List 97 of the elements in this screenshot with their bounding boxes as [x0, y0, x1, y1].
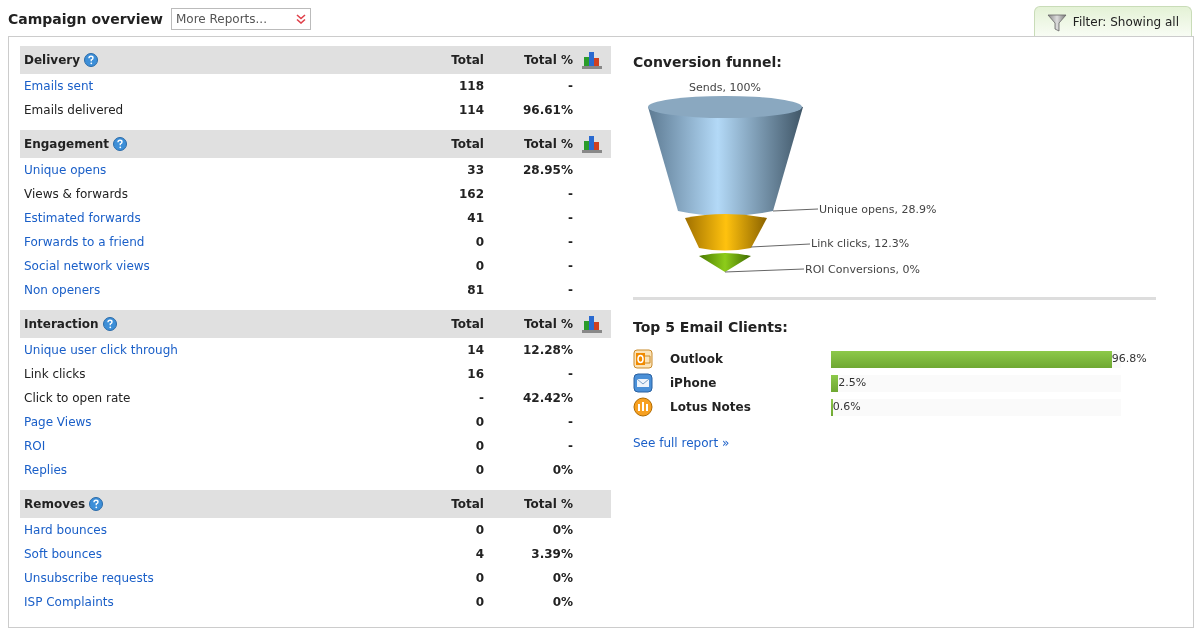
- bar-chart-icon[interactable]: [581, 135, 603, 153]
- total-cell-text: 14: [466, 342, 484, 359]
- metric-label: Link clicks: [24, 367, 86, 381]
- percent-cell-text: 0%: [551, 594, 573, 611]
- column-header: Total %: [523, 316, 573, 333]
- help-icon[interactable]: [89, 497, 104, 511]
- total-cell-text: 0: [474, 414, 484, 431]
- metric-link[interactable]: ISP Complaints: [24, 595, 114, 609]
- funnel-icon: [1046, 11, 1067, 32]
- column-header: Total: [450, 52, 484, 69]
- total-cell-text: 81: [466, 282, 484, 299]
- metric-link[interactable]: Emails sent: [24, 79, 94, 93]
- percent-cell-text: 42.42%: [522, 390, 573, 407]
- metric-link[interactable]: Non openers: [24, 283, 101, 297]
- usage-reading: 0.6%: [832, 398, 861, 415]
- section-title: Interaction: [24, 316, 99, 333]
- total-cell-text: 0: [474, 234, 484, 251]
- total-cell-text: 41: [466, 210, 484, 227]
- metric-label: Views & forwards: [24, 187, 128, 201]
- metric-label: Emails delivered: [24, 103, 124, 117]
- total-cell-text: 0: [474, 522, 484, 539]
- section-title: Delivery: [24, 52, 81, 69]
- section-title: Removes: [24, 496, 86, 513]
- leader-line: [750, 243, 811, 248]
- usage-reading: 96.8%: [1111, 350, 1147, 367]
- help-icon[interactable]: [102, 317, 117, 331]
- percent-cell-text: -: [567, 414, 573, 431]
- funnel-label: ROI Conversions, 0%: [805, 263, 920, 276]
- flower-icon: [633, 397, 653, 417]
- total-cell-text: 0: [474, 258, 484, 275]
- client-name: Outlook: [670, 351, 725, 368]
- metric-link[interactable]: Unique opens: [24, 163, 107, 177]
- metric-link[interactable]: Soft bounces: [24, 547, 102, 561]
- metric-link[interactable]: Unique user click through: [24, 343, 178, 357]
- percent-cell-text: -: [567, 258, 573, 275]
- metric-link[interactable]: Page Views: [24, 415, 92, 429]
- percent-cell-text: -: [567, 210, 573, 227]
- section-title: Engagement: [24, 136, 110, 153]
- total-cell-text: -: [478, 390, 484, 407]
- funnel-label: Sends, 100%: [689, 81, 761, 94]
- double-chevron-icon: [295, 14, 306, 24]
- total-cell-text: 4: [474, 546, 484, 563]
- bar-chart-icon[interactable]: [581, 51, 603, 69]
- mail-envelope-icon: [633, 373, 653, 393]
- total-cell-text: 114: [457, 102, 484, 119]
- percent-cell-text: -: [567, 234, 573, 251]
- funnel-label: Link clicks, 12.3%: [811, 237, 910, 250]
- see-full-report-link[interactable]: See full report »: [633, 434, 730, 452]
- outlook-icon: [633, 349, 653, 369]
- funnel-segment: [699, 253, 751, 272]
- percent-cell-text: 0%: [551, 522, 573, 539]
- column-header: Total %: [523, 136, 573, 153]
- metric-link[interactable]: Forwards to a friend: [24, 235, 145, 249]
- page-title: Campaign overview: [8, 9, 163, 29]
- total-cell-text: 0: [474, 462, 484, 479]
- help-icon[interactable]: [84, 53, 99, 67]
- column-header: Total: [450, 136, 484, 153]
- percent-cell-text: -: [567, 438, 573, 455]
- client-name: Lotus Notes: [670, 399, 752, 416]
- percent-cell-text: 0%: [551, 462, 573, 479]
- leader-line: [772, 208, 819, 212]
- usage-reading: 2.5%: [838, 374, 867, 391]
- metric-link[interactable]: Estimated forwards: [24, 211, 141, 225]
- percent-cell-text: -: [567, 186, 573, 203]
- section-heading: Top 5 Email Clients:: [633, 318, 789, 337]
- total-cell-text: 0: [474, 570, 484, 587]
- percent-cell-text: 3.39%: [530, 546, 573, 563]
- column-header: Total %: [523, 496, 573, 513]
- total-cell-text: 162: [457, 186, 484, 203]
- column-header: Total: [450, 316, 484, 333]
- total-cell-text: 0: [474, 438, 484, 455]
- percent-cell-text: -: [567, 366, 573, 383]
- section-heading: Conversion funnel:: [633, 53, 783, 72]
- metric-link[interactable]: Hard bounces: [24, 523, 107, 537]
- percent-cell-text: 28.95%: [522, 162, 573, 179]
- metric-label: Click to open rate: [24, 391, 131, 405]
- total-cell-text: 118: [457, 78, 484, 95]
- percent-cell-text: 12.28%: [522, 342, 573, 359]
- metric-link[interactable]: Social network views: [24, 259, 150, 273]
- percent-cell-text: 0%: [551, 570, 573, 587]
- column-header: Total %: [523, 52, 573, 69]
- client-name: iPhone: [670, 375, 718, 392]
- percent-cell-text: -: [567, 78, 573, 95]
- total-cell-text: 0: [474, 594, 484, 611]
- reports-dropdown[interactable]: More Reports...: [170, 8, 311, 30]
- filter-tab[interactable]: Filter: Showing all: [1033, 6, 1192, 36]
- percent-cell-text: 96.61%: [522, 102, 573, 119]
- total-cell-text: 33: [466, 162, 484, 179]
- funnel-label: Unique opens, 28.9%: [819, 203, 937, 216]
- total-cell-text: 16: [466, 366, 484, 383]
- metric-link[interactable]: ROI: [24, 439, 46, 453]
- percent-cell-text: -: [567, 282, 573, 299]
- metric-link[interactable]: Replies: [24, 463, 68, 477]
- column-header: Total: [450, 496, 484, 513]
- bar-chart-icon[interactable]: [581, 315, 603, 333]
- metric-link[interactable]: Unsubscribe requests: [24, 571, 154, 585]
- help-icon[interactable]: [113, 137, 128, 151]
